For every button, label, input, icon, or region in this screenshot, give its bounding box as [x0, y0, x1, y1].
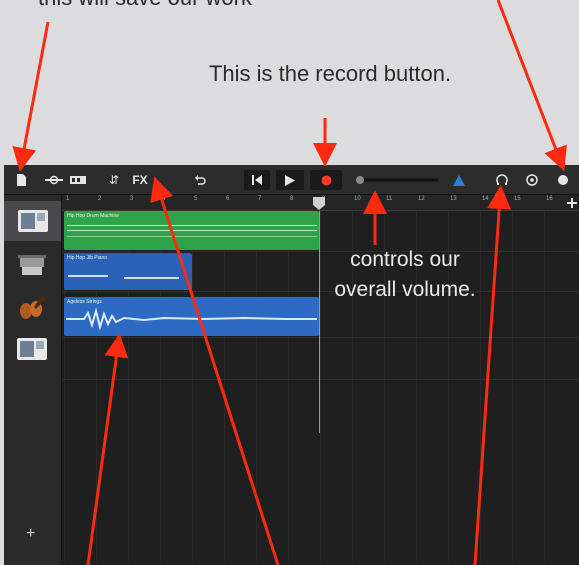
play-button[interactable] — [276, 170, 304, 190]
drum-machine-icon-2 — [17, 338, 47, 360]
my-songs-button[interactable] — [14, 170, 28, 190]
ruler-bar-number: 13 — [450, 196, 457, 202]
piano-icon — [18, 255, 46, 275]
loop-browser-button[interactable] — [492, 170, 512, 190]
tracks-view-icon — [70, 176, 86, 184]
record-button[interactable] — [310, 170, 342, 190]
violin-icon — [20, 295, 46, 319]
record-note: This is the record button. — [208, 61, 452, 86]
drum-pattern — [67, 225, 317, 237]
master-volume-slider[interactable] — [354, 170, 438, 190]
track-header-drums-2[interactable] — [14, 335, 50, 363]
browser-icon — [45, 175, 63, 185]
tracks-view-button[interactable] — [69, 170, 87, 190]
ruler-bar-number: 8 — [290, 196, 294, 202]
ruler-bar-number: 11 — [386, 196, 393, 202]
undo-icon — [195, 175, 206, 185]
loop-icon — [496, 174, 508, 185]
garageband-window: ⇵ FX + 1 2 3 4 5 6 7 8 10 11 12 13 14 15… — [4, 165, 579, 565]
volume-slider-track — [356, 176, 438, 184]
ruler-bar-number: 4 — [162, 196, 166, 202]
mixer-icon: ⇵ — [108, 173, 120, 187]
waveform — [66, 307, 317, 331]
drum-machine-icon — [18, 210, 48, 232]
play-icon — [285, 174, 295, 186]
ruler-bar-number: 12 — [418, 196, 425, 202]
add-section-icon[interactable] — [567, 198, 577, 208]
region-strings[interactable]: Ageless Strings — [64, 297, 319, 336]
browser-button[interactable] — [44, 170, 64, 190]
arrow-to-save — [12, 21, 50, 172]
bar-gridline — [192, 211, 193, 565]
skip-back-icon — [252, 175, 262, 185]
mixer-button[interactable]: ⇵ — [104, 170, 124, 190]
track-headers: + — [4, 195, 62, 565]
bar-gridline — [288, 211, 289, 565]
save-note: this will save our work — [38, 0, 338, 11]
ruler-bar-number: 2 — [98, 196, 102, 202]
bar-gridline — [512, 211, 513, 565]
ruler-bar-number: 3 — [130, 196, 134, 202]
wrench-icon — [558, 175, 568, 185]
settings-button[interactable] — [522, 170, 542, 190]
timeline-ruler[interactable]: 12345678910111213141516 — [62, 195, 579, 211]
ruler-bar-number: 1 — [66, 196, 70, 202]
lane-divider — [62, 337, 579, 338]
bar-gridline — [256, 211, 257, 565]
ruler-bar-number: 5 — [194, 196, 198, 202]
lane-divider — [62, 379, 579, 380]
bar-gridline — [224, 211, 225, 565]
region-drums[interactable]: Hip Hop Drum Machine — [64, 211, 319, 250]
document-icon — [17, 174, 26, 186]
piano-notes — [68, 275, 179, 279]
go-to-start-button[interactable] — [244, 170, 270, 190]
volume-note: controls our overall volume. — [334, 248, 476, 301]
metronome-button[interactable] — [450, 170, 468, 190]
region-piano[interactable]: Hip Hop Jib Piano — [64, 253, 192, 290]
playhead-handle[interactable] — [312, 196, 326, 210]
add-track-button[interactable]: + — [26, 525, 35, 543]
more-options-button[interactable] — [552, 170, 574, 190]
ruler-bar-number: 14 — [482, 196, 489, 202]
undo-button[interactable] — [190, 170, 210, 190]
bar-gridline — [544, 211, 545, 565]
arrow-to-settings — [496, 0, 567, 172]
gear-icon — [526, 174, 538, 186]
ruler-bar-number: 6 — [226, 196, 230, 202]
track-header-piano[interactable] — [14, 251, 50, 279]
track-header-strings[interactable] — [14, 293, 50, 321]
metronome-icon — [453, 174, 465, 186]
record-icon — [321, 175, 331, 185]
screenshot-canvas: this will save our work This is the reco… — [0, 0, 579, 565]
fx-button[interactable]: FX — [128, 170, 152, 190]
toolbar: ⇵ FX — [4, 165, 579, 195]
ruler-bar-number: 15 — [514, 196, 521, 202]
track-header-drums[interactable] — [4, 201, 61, 241]
ruler-bar-number: 10 — [354, 196, 361, 202]
ruler-bar-number: 16 — [546, 196, 553, 202]
ruler-bar-number: 7 — [258, 196, 262, 202]
